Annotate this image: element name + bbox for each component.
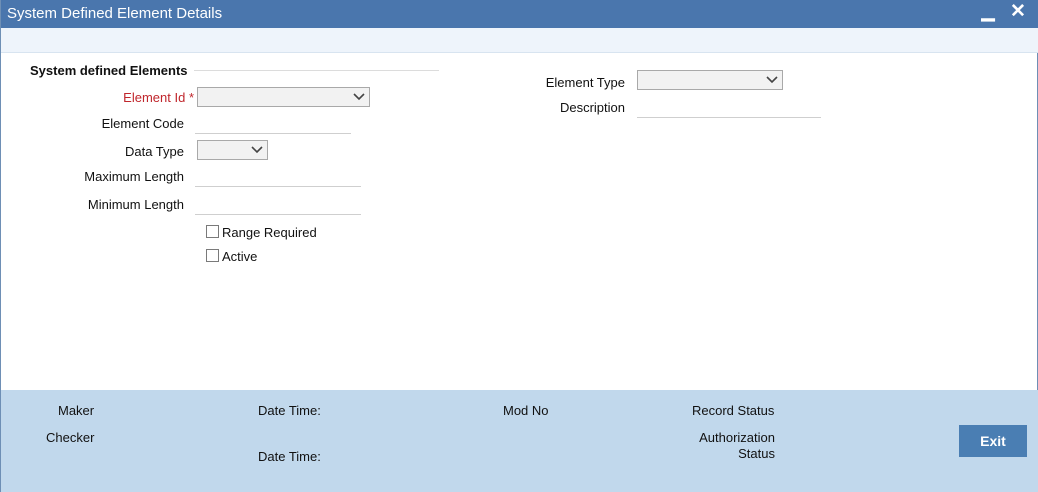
- record-status-label: Record Status: [692, 403, 775, 418]
- element-code-label: Element Code: [101, 116, 184, 131]
- active-checkbox[interactable]: [206, 249, 219, 262]
- element-id-select[interactable]: [197, 87, 370, 107]
- authorization-status-label-line1: Authorization: [699, 430, 775, 445]
- minimum-length-field[interactable]: [195, 197, 361, 215]
- element-id-label-text: Element Id: [123, 90, 186, 105]
- maker-label: Maker: [58, 403, 95, 418]
- data-type-label: Data Type: [124, 144, 184, 159]
- minimum-length-label: Minimum Length: [87, 197, 184, 212]
- chevron-down-icon: [251, 146, 263, 154]
- element-type-label: Element Type: [545, 75, 625, 90]
- maker-date-time-label: Date Time:: [258, 403, 321, 418]
- window: System Defined Element Details ▁ ✕ Syste…: [0, 0, 1038, 492]
- checker-date-time-label: Date Time:: [258, 449, 321, 464]
- element-id-label: Element Id *: [61, 90, 194, 105]
- exit-button[interactable]: Exit: [959, 425, 1027, 457]
- chevron-down-icon: [353, 93, 365, 101]
- authorization-status-label-line2: Status: [738, 446, 775, 461]
- required-asterisk: *: [188, 90, 194, 105]
- title-bar: System Defined Element Details ▁ ✕: [1, 0, 1038, 28]
- toolbar-strip: [1, 28, 1038, 53]
- active-label: Active: [222, 249, 258, 264]
- minimize-icon[interactable]: ▁: [977, 1, 999, 23]
- mod-no-label: Mod No: [503, 403, 549, 418]
- element-code-field[interactable]: [195, 116, 351, 134]
- element-type-select[interactable]: [637, 70, 783, 90]
- checker-label: Checker: [46, 430, 95, 445]
- section-title: System defined Elements: [30, 63, 188, 78]
- data-type-select[interactable]: [197, 140, 268, 160]
- description-field[interactable]: [637, 100, 821, 118]
- maximum-length-field[interactable]: [195, 169, 361, 187]
- section-divider: [194, 70, 439, 71]
- window-title: System Defined Element Details: [7, 5, 223, 22]
- description-label: Description: [559, 100, 625, 115]
- maximum-length-label: Maximum Length: [84, 169, 184, 184]
- range-required-label: Range Required: [222, 225, 317, 240]
- close-icon[interactable]: ✕: [1007, 1, 1029, 23]
- chevron-down-icon: [766, 76, 778, 84]
- range-required-checkbox[interactable]: [206, 225, 219, 238]
